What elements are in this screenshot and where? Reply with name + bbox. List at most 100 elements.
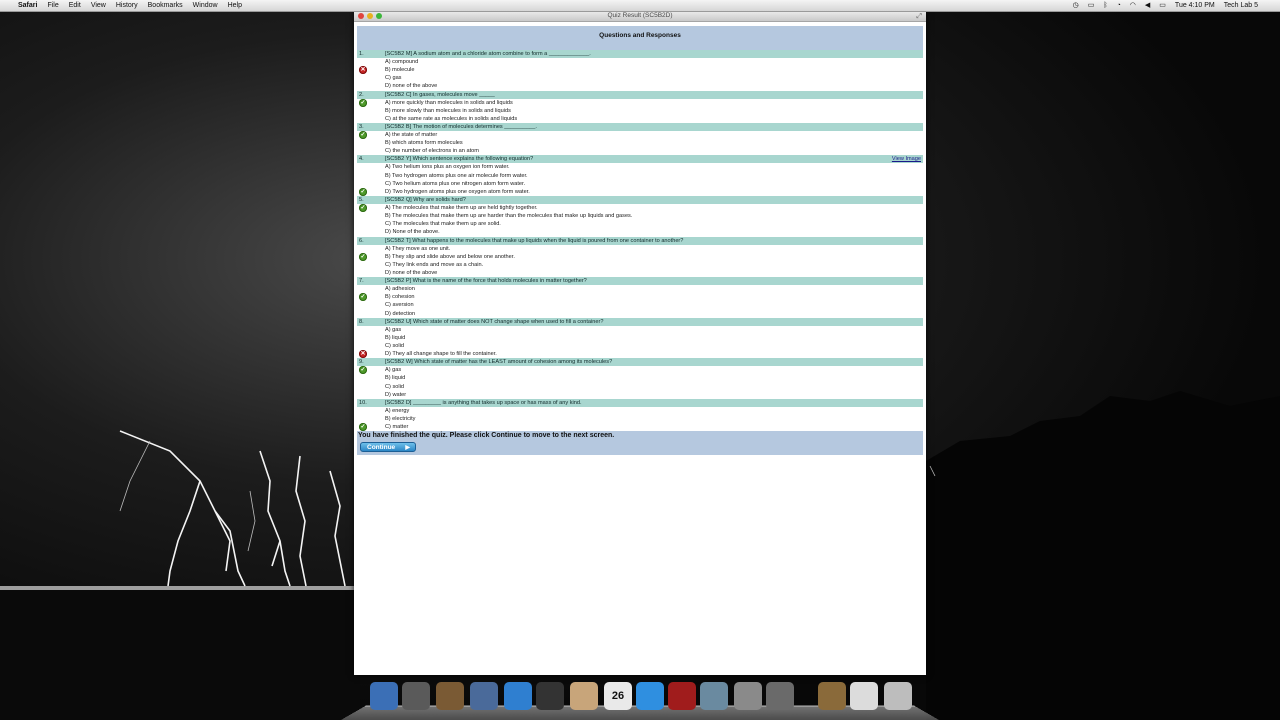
imovie-icon[interactable] bbox=[766, 682, 794, 710]
menu-app-name[interactable]: Safari bbox=[18, 0, 37, 11]
question-text: [SC5B2 D] _________ is anything that tak… bbox=[385, 399, 582, 406]
question-block: 3. [SC5B2 B] The motion of molecules dete… bbox=[357, 122, 923, 155]
answer-option: C) at the same rate as molecules in soli… bbox=[357, 115, 923, 123]
launchpad-icon[interactable] bbox=[402, 682, 430, 710]
answer-text: B) which atoms form molecules bbox=[385, 140, 463, 147]
battery-icon[interactable]: ▭ bbox=[1159, 0, 1166, 11]
answer-text: B) more slowly than molecules in solids … bbox=[385, 107, 511, 114]
answer-option: C) aversion bbox=[357, 301, 923, 309]
window-titlebar[interactable]: Quiz Result (SC5B2D) ⤢ bbox=[354, 11, 926, 22]
answer-option: A) gas ✓ bbox=[357, 366, 923, 375]
photo-booth-icon[interactable] bbox=[668, 682, 696, 710]
question-text: [SC5B2 C] In gases, molecules move _____ bbox=[385, 91, 495, 98]
answer-option: D) water bbox=[357, 391, 923, 399]
answer-text: A) The molecules that make them up are h… bbox=[385, 204, 538, 211]
question-text: [SC5B2 W] Which state of matter has the … bbox=[385, 359, 613, 366]
menu-bookmarks[interactable]: Bookmarks bbox=[148, 0, 183, 11]
calendar-icon[interactable]: 26 bbox=[604, 682, 632, 710]
correct-check-icon: ✓ bbox=[359, 203, 367, 212]
answer-text: A) gas bbox=[385, 326, 402, 333]
answer-option: A) the state of matter ✓ bbox=[357, 130, 923, 139]
question-text: [SC5B2 U] Which state of matter does NOT… bbox=[385, 318, 604, 325]
fullscreen-icon[interactable]: ⤢ bbox=[916, 12, 922, 22]
correct-check-icon: ✓ bbox=[359, 293, 367, 302]
document-icon[interactable] bbox=[850, 682, 878, 710]
answer-option: D) detection bbox=[357, 310, 923, 318]
correct-check-icon: ✓ bbox=[359, 366, 367, 375]
play-arrow-icon: ▶ bbox=[405, 445, 410, 452]
answer-text: C) matter bbox=[385, 424, 409, 431]
menu-view[interactable]: View bbox=[91, 0, 106, 11]
answer-text: C) gas bbox=[385, 75, 402, 82]
system-preferences-icon[interactable] bbox=[734, 682, 762, 710]
answer-text: B) liquid bbox=[385, 375, 406, 382]
close-window-button[interactable] bbox=[358, 13, 364, 19]
answer-option: C) They link ends and move as a chain. bbox=[357, 261, 923, 269]
menu-edit[interactable]: Edit bbox=[69, 0, 81, 11]
menu-help[interactable]: Help bbox=[228, 0, 242, 11]
camera-icon[interactable] bbox=[536, 682, 564, 710]
answer-option: B) cohesion ✓ bbox=[357, 293, 923, 302]
menu-window[interactable]: Window bbox=[193, 0, 218, 11]
question-text: [SC5B2 B] The motion of molecules determ… bbox=[385, 123, 537, 130]
safari-icon[interactable] bbox=[504, 682, 532, 710]
iphoto-icon[interactable] bbox=[700, 682, 728, 710]
window-title: Quiz Result (SC5B2D) bbox=[607, 12, 673, 19]
question-row: 4. [SC5B2 Y] Which sentence explains the … bbox=[357, 155, 923, 164]
menu-file[interactable]: File bbox=[47, 0, 58, 11]
display-mirror-icon[interactable]: ▭ bbox=[1088, 0, 1095, 11]
volume-icon[interactable]: ◀ bbox=[1145, 0, 1150, 11]
question-number: 10. bbox=[359, 399, 367, 406]
photo-icon[interactable] bbox=[436, 682, 464, 710]
question-block: 10. [SC5B2 D] _________ is anything that … bbox=[357, 398, 923, 432]
question-block: 5. [SC5B2 Q] Why are solids hard? A) The m… bbox=[357, 195, 923, 237]
menu-clock[interactable]: Tue 4:10 PM bbox=[1175, 0, 1215, 11]
question-row: 5. [SC5B2 Q] Why are solids hard? bbox=[357, 195, 923, 204]
menu-user[interactable]: Tech Lab 5 bbox=[1224, 0, 1258, 11]
question-number: 2. bbox=[359, 91, 364, 98]
question-row: 8. [SC5B2 U] Which state of matter does N… bbox=[357, 317, 923, 326]
answer-option: A) They move as one unit. bbox=[357, 245, 923, 253]
question-block: 9. [SC5B2 W] Which state of matter has th… bbox=[357, 358, 923, 399]
bluetooth-icon[interactable]: ᛒ bbox=[1103, 0, 1107, 11]
question-number: 7. bbox=[359, 278, 364, 285]
preview-icon[interactable] bbox=[470, 682, 498, 710]
question-block: 1. [SC5B2 M] A sodium atom and a chloride… bbox=[357, 50, 923, 91]
quiz-results-panel: Questions and Responses 1. [SC5B2 M] A so… bbox=[357, 26, 923, 456]
question-number: 8. bbox=[359, 318, 364, 325]
continue-button[interactable]: Continue ▶ bbox=[360, 442, 416, 453]
answer-option: A) more quickly than molecules in solids… bbox=[357, 98, 923, 107]
downloads-icon[interactable] bbox=[818, 682, 846, 710]
question-row: 3. [SC5B2 B] The motion of molecules dete… bbox=[357, 122, 923, 131]
trash-icon[interactable] bbox=[884, 682, 912, 710]
time-sync-icon[interactable]: ◔ bbox=[1117, 0, 1121, 11]
zoom-window-button[interactable] bbox=[376, 13, 382, 19]
answer-text: B) liquid bbox=[385, 334, 406, 341]
menu-history[interactable]: History bbox=[116, 0, 138, 11]
wifi-icon[interactable]: ◠ bbox=[1130, 0, 1136, 11]
answer-option: D) none of the above bbox=[357, 82, 923, 90]
answer-text: C) solid bbox=[385, 383, 404, 390]
minimize-window-button[interactable] bbox=[367, 13, 373, 19]
question-number: 5. bbox=[359, 196, 364, 203]
timemachine-icon[interactable]: ◷ bbox=[1073, 0, 1079, 11]
answer-text: A) adhesion bbox=[385, 286, 415, 293]
answer-option: A) Two helium ions plus an oxygen ion fo… bbox=[357, 163, 923, 171]
address-book-icon[interactable] bbox=[570, 682, 598, 710]
finder-icon[interactable] bbox=[370, 682, 398, 710]
answer-text: A) They move as one unit. bbox=[385, 245, 451, 252]
correct-check-icon: ✓ bbox=[359, 98, 367, 107]
answer-text: C) the number of electrons in an atom bbox=[385, 148, 479, 155]
answer-option: B) liquid bbox=[357, 374, 923, 382]
answer-option: C) the number of electrons in an atom bbox=[357, 147, 923, 155]
finish-panel: You have finished the quiz. Please click… bbox=[357, 431, 923, 456]
question-number: 4. bbox=[359, 156, 364, 163]
correct-check-icon: ✓ bbox=[359, 252, 367, 261]
answer-text: A) energy bbox=[385, 407, 410, 414]
view-image-link[interactable]: View Image bbox=[892, 155, 921, 163]
answer-option: C) solid bbox=[357, 383, 923, 391]
itunes-icon[interactable] bbox=[636, 682, 664, 710]
answer-option: D) Two hydrogen atoms plus one oxygen at… bbox=[357, 187, 923, 196]
answer-option: D) They all change shape to fill the con… bbox=[357, 350, 923, 359]
menu-bar: Safari File Edit View History Bookmarks … bbox=[0, 0, 1280, 12]
